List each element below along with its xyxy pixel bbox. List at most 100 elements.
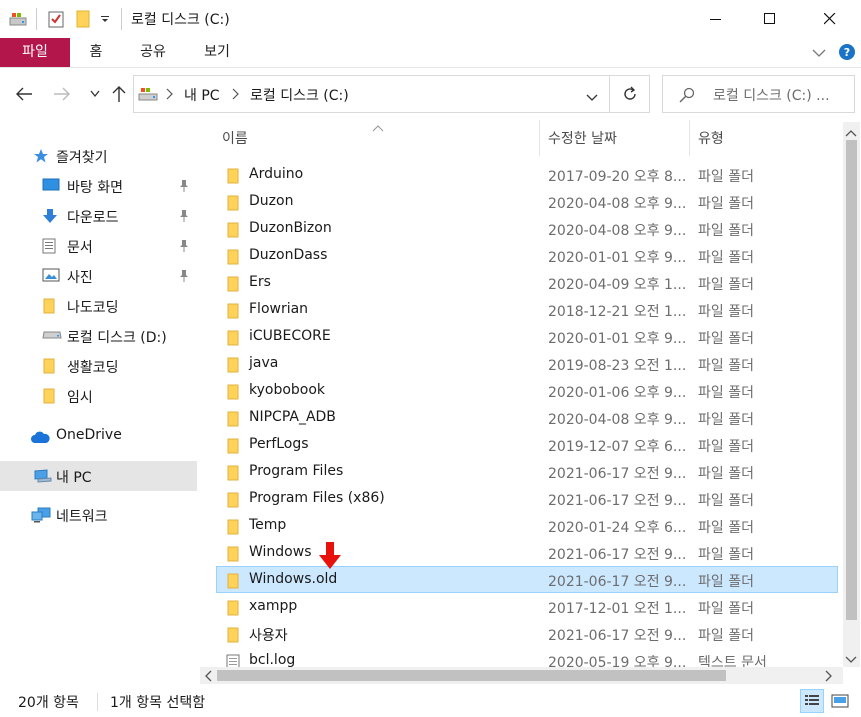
expand-ribbon-icon[interactable] — [812, 46, 826, 62]
computer-icon — [34, 469, 52, 487]
scroll-up-icon[interactable] — [845, 125, 857, 141]
folder-icon — [226, 249, 240, 269]
column-date[interactable]: 수정한 날짜 — [548, 128, 617, 148]
maximize-button[interactable] — [747, 0, 793, 38]
column-name[interactable]: 이름 — [222, 128, 248, 148]
table-row[interactable]: Ers 2020-04-09 오후 1... 파일 폴더 — [216, 269, 838, 296]
table-row[interactable]: xampp 2017-12-01 오전 1... 파일 폴더 — [216, 593, 838, 620]
window-title: 로컬 디스크 (C:) — [131, 12, 230, 28]
close-button[interactable] — [807, 0, 853, 38]
breadcrumb-separator-icon[interactable] — [166, 88, 174, 104]
file-type: 파일 폴더 — [698, 574, 754, 590]
sidebar-item-label: 나도코딩 — [67, 300, 119, 316]
tab-home[interactable]: 홈 — [78, 38, 114, 67]
table-row[interactable]: Program Files 2021-06-17 오전 9... 파일 폴더 — [216, 458, 838, 485]
pin-icon[interactable] — [178, 269, 190, 287]
details-view-button[interactable] — [800, 689, 824, 713]
back-button[interactable] — [12, 82, 36, 106]
pin-icon[interactable] — [178, 209, 190, 227]
file-type: 파일 폴더 — [698, 358, 754, 374]
sidebar-item-3[interactable]: 문서 — [0, 231, 197, 261]
nav-quick-access[interactable]: 즐겨찾기 — [0, 141, 197, 171]
table-row[interactable]: Windows 2021-06-17 오전 9... 파일 폴더 — [216, 539, 838, 566]
search-input[interactable]: 로컬 디스크 (C:) ... — [662, 75, 855, 113]
table-row[interactable]: java 2019-08-23 오전 1... 파일 폴더 — [216, 350, 838, 377]
scroll-down-icon[interactable] — [845, 652, 857, 668]
breadcrumb-this-pc[interactable]: 내 PC — [184, 85, 220, 105]
file-date: 2020-01-24 오후 6... — [548, 520, 687, 536]
table-row[interactable]: DuzonBizon 2020-04-08 오후 9... 파일 폴더 — [216, 215, 838, 242]
tab-view[interactable]: 보기 — [196, 38, 238, 67]
quick-access-dropdown-icon[interactable] — [100, 10, 110, 28]
scroll-left-icon[interactable] — [204, 670, 212, 686]
file-name: iCUBECORE — [249, 328, 331, 344]
recent-locations-button[interactable] — [83, 82, 107, 106]
sidebar-item-7[interactable]: 생활코딩 — [0, 351, 197, 381]
sidebar-item-1[interactable]: 바탕 화면 — [0, 171, 197, 201]
file-date: 2019-08-23 오전 1... — [548, 358, 687, 374]
nav-this-pc[interactable]: 내 PC — [0, 461, 197, 491]
minimize-button[interactable] — [693, 0, 739, 38]
table-row[interactable]: bcl.log 2020-05-19 오후 9... 텍스트 문서 — [216, 647, 838, 667]
picture-icon — [42, 268, 60, 286]
properties-icon[interactable] — [48, 10, 64, 28]
table-row[interactable]: DuzonDass 2020-01-01 오후 9... 파일 폴더 — [216, 242, 838, 269]
large-icons-view-icon — [831, 694, 849, 708]
breadcrumb-separator-icon[interactable] — [232, 88, 240, 104]
table-row[interactable]: Program Files (x86) 2021-06-17 오전 9... 파일 … — [216, 485, 838, 512]
pin-icon[interactable] — [178, 239, 190, 257]
sidebar-item-label: 다운로드 — [67, 210, 119, 226]
tab-file[interactable]: 파일 — [0, 38, 70, 67]
table-row[interactable]: PerfLogs 2019-12-07 오후 6... 파일 폴더 — [216, 431, 838, 458]
sidebar-item-5[interactable]: 나도코딩 — [0, 291, 197, 321]
drive-app-icon — [9, 10, 27, 28]
nav-network[interactable]: 네트워크 — [0, 500, 197, 530]
file-date: 2021-06-17 오전 9... — [548, 547, 687, 563]
document-icon — [42, 238, 56, 258]
large-icons-view-button[interactable] — [828, 689, 852, 713]
table-row[interactable]: Duzon 2020-04-08 오후 9... 파일 폴더 — [216, 188, 838, 215]
refresh-button[interactable] — [610, 75, 650, 113]
folder-icon — [226, 330, 240, 350]
address-history-chevron-icon[interactable] — [586, 90, 598, 106]
table-row[interactable]: Temp 2020-01-24 오후 6... 파일 폴더 — [216, 512, 838, 539]
file-date: 2020-04-08 오후 9... — [548, 196, 687, 212]
table-row[interactable]: 사용자 2021-06-17 오전 9... 파일 폴더 — [216, 620, 838, 647]
table-row[interactable]: NIPCPA_ADB 2020-04-08 오후 9... 파일 폴더 — [216, 404, 838, 431]
table-row[interactable]: Flowrian 2018-12-21 오전 1... 파일 폴더 — [216, 296, 838, 323]
help-icon[interactable]: ? — [838, 43, 856, 65]
new-folder-icon[interactable] — [76, 10, 90, 28]
file-name: PerfLogs — [249, 436, 309, 452]
file-type: 파일 폴더 — [698, 169, 754, 185]
nav-onedrive[interactable]: OneDrive — [0, 421, 197, 451]
table-row[interactable]: Arduino 2017-09-20 오후 8... 파일 폴더 — [216, 161, 838, 188]
file-type: 파일 폴더 — [698, 601, 754, 617]
file-date: 2020-01-06 오후 9... — [548, 385, 687, 401]
file-date: 2017-12-01 오전 1... — [548, 601, 687, 617]
file-date: 2021-06-17 오전 9... — [548, 574, 687, 590]
horizontal-scroll-thumb[interactable] — [217, 670, 726, 681]
sidebar-item-2[interactable]: 다운로드 — [0, 201, 197, 231]
file-date: 2020-05-19 오후 9... — [548, 655, 687, 667]
sidebar-item-4[interactable]: 사진 — [0, 261, 197, 291]
pin-icon[interactable] — [178, 179, 190, 197]
table-row[interactable]: Windows.old 2021-06-17 오전 9... 파일 폴더 — [216, 566, 838, 593]
file-name: Arduino — [249, 166, 304, 182]
column-type[interactable]: 유형 — [698, 128, 724, 148]
sidebar-item-label: 로컬 디스크 (D:) — [67, 330, 167, 346]
scroll-right-icon[interactable] — [825, 670, 833, 686]
table-row[interactable]: kyobobook 2020-01-06 오후 9... 파일 폴더 — [216, 377, 838, 404]
table-row[interactable]: iCUBECORE 2020-01-01 오후 9... 파일 폴더 — [216, 323, 838, 350]
up-button[interactable] — [107, 82, 131, 106]
file-type: 파일 폴더 — [698, 493, 754, 509]
vertical-scroll-thumb[interactable] — [846, 140, 857, 620]
tab-share[interactable]: 공유 — [132, 38, 174, 67]
folder-icon — [226, 411, 240, 431]
address-bar[interactable]: 내 PC 로컬 디스크 (C:) — [133, 75, 610, 113]
sidebar-item-6[interactable]: 로컬 디스크 (D:) — [0, 321, 197, 351]
breadcrumb-local-disk[interactable]: 로컬 디스크 (C:) — [250, 85, 349, 105]
sidebar-item-8[interactable]: 임시 — [0, 381, 197, 411]
forward-button[interactable] — [50, 82, 74, 106]
star-icon — [33, 148, 49, 168]
folder-icon — [226, 573, 240, 593]
